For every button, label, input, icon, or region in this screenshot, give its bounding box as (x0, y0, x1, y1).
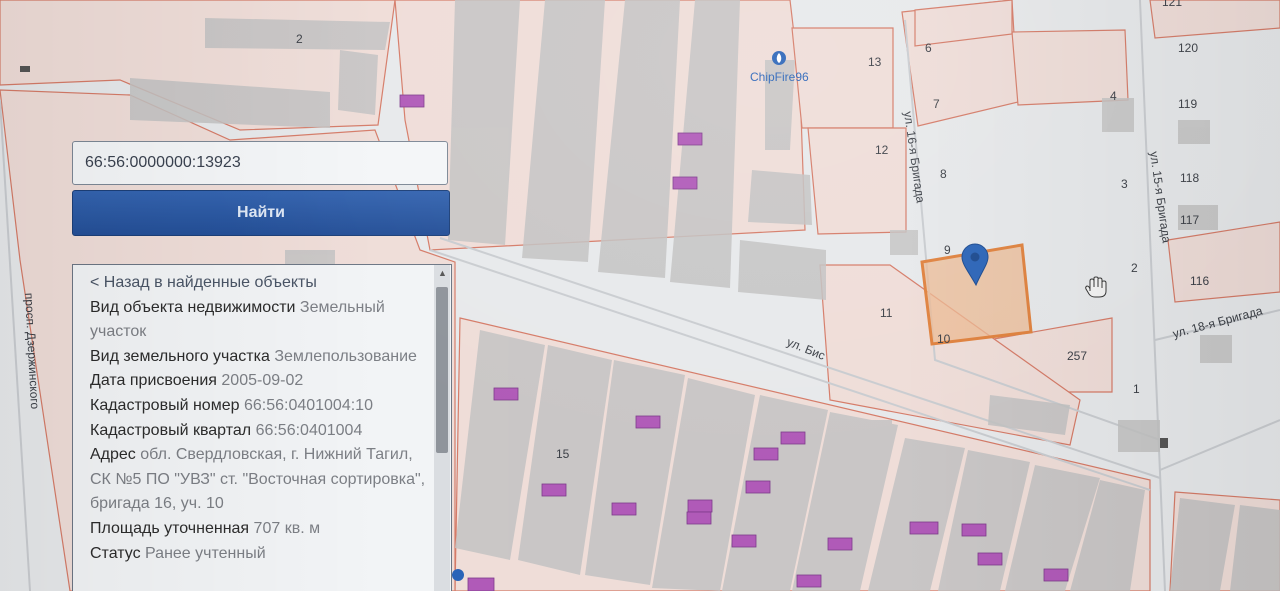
parcel-label-119: 119 (1178, 97, 1197, 111)
parcel-label-6: 6 (925, 41, 932, 55)
info-panel-scrollbar[interactable]: ▲ (434, 265, 450, 591)
parcel-label-15: 15 (556, 447, 570, 461)
info-label: Вид земельного участка (90, 347, 270, 365)
info-row-parcel-kind: Вид земельного участка Землепользование (90, 345, 431, 370)
cadastral-search-input[interactable] (72, 141, 448, 185)
info-label: Кадастровый номер (90, 396, 240, 414)
info-row-cadastral-number: Кадастровый номер 66:56:0401004:10 (90, 394, 431, 419)
map-small-poi-icon (452, 569, 464, 581)
scrollbar-thumb[interactable] (436, 287, 448, 453)
parcel-label-4: 4 (1110, 89, 1117, 103)
info-label: Дата присвоения (90, 372, 217, 390)
parcel-label-257: 257 (1067, 349, 1087, 363)
search-button[interactable]: Найти (72, 190, 450, 236)
info-row-status: Статус Ранее учтенный (90, 542, 431, 567)
parcel-label-116: 116 (1190, 274, 1209, 288)
info-label: Статус (90, 544, 141, 562)
object-info-panel: < Назад в найденные объекты Вид объекта … (72, 264, 452, 591)
info-row-address: Адрес обл. Свердловская, г. Нижний Тагил… (90, 443, 431, 517)
info-value: 2005-09-02 (221, 372, 304, 390)
parcel-label-11: 11 (880, 306, 893, 320)
parcel-label-10: 10 (937, 332, 951, 346)
back-to-results-link[interactable]: < Назад в найденные объекты (90, 271, 431, 296)
scroll-up-arrow-icon[interactable]: ▲ (438, 269, 447, 278)
map-small-icon-left (20, 66, 30, 72)
parcel-label-120: 120 (1178, 41, 1198, 55)
info-value: 66:56:0401004:10 (243, 396, 373, 414)
fire-poi-icon[interactable] (772, 51, 786, 65)
info-row-cadastral-quarter: Кадастровый квартал 66:56:0401004 (90, 419, 431, 444)
info-value: Ранее учтенный (145, 544, 266, 562)
parcel-label-121: 121 (1162, 0, 1182, 9)
parcel-label-2b: 2 (1131, 261, 1138, 275)
cadastral-map-app: 2 13 6 7 12 8 9 11 10 4 3 2 1 257 15 121… (0, 0, 1280, 591)
parcel-label-13: 13 (868, 55, 882, 69)
parcel-label-2: 2 (296, 32, 303, 46)
parcel-label-117: 117 (1180, 213, 1199, 227)
object-info-content: < Назад в найденные объекты Вид объекта … (73, 265, 451, 566)
parcel-label-118: 118 (1180, 171, 1199, 185)
info-value: обл. Свердловская, г. Нижний Тагил, СК №… (90, 446, 426, 513)
info-row-assigned-date: Дата присвоения 2005-09-02 (90, 369, 431, 394)
info-label: Адрес (90, 446, 136, 464)
info-row-object-type: Вид объекта недвижимости Земельный участ… (90, 296, 431, 345)
parcel-label-12: 12 (875, 143, 889, 157)
parcel-label-9: 9 (944, 243, 951, 257)
info-row-area: Площадь уточненная 707 кв. м (90, 517, 431, 542)
poi-label: ChipFire96 (750, 70, 809, 84)
info-value: 66:56:0401004 (255, 421, 363, 439)
info-label: Кадастровый квартал (90, 421, 252, 439)
parcel-label-3: 3 (1121, 177, 1128, 191)
map-small-icon-right (1160, 438, 1168, 448)
parcel-label-1: 1 (1133, 382, 1140, 396)
info-label: Площадь уточненная (90, 519, 250, 537)
info-value: 707 кв. м (253, 519, 321, 537)
parcel-label-7: 7 (933, 97, 940, 111)
info-value: Землепользование (274, 347, 417, 365)
info-label: Вид объекта недвижимости (90, 298, 296, 316)
parcel-label-8: 8 (940, 167, 947, 181)
